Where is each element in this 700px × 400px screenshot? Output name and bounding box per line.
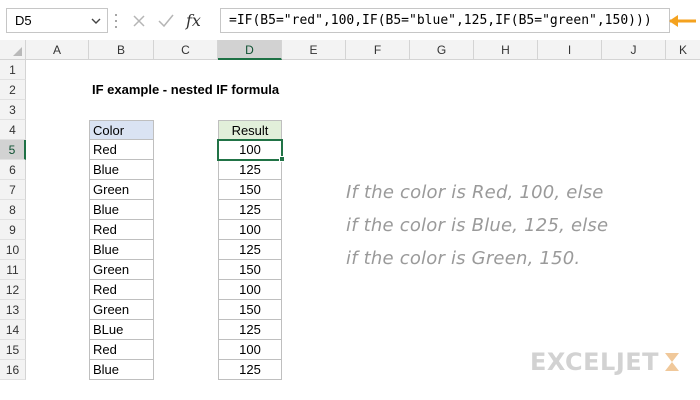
column-header-a[interactable]: A — [26, 40, 89, 60]
color-cell[interactable]: Blue — [89, 360, 154, 380]
row-header-4[interactable]: 4 — [0, 120, 26, 140]
color-cell[interactable]: BLue — [89, 320, 154, 340]
column-header-j[interactable]: J — [602, 40, 666, 60]
row-header-3[interactable]: 3 — [0, 100, 26, 120]
result-cell[interactable]: 100 — [218, 280, 282, 300]
select-all-button[interactable] — [0, 40, 26, 60]
exceljet-logo: EXCELJET — [530, 348, 681, 376]
column-header-c[interactable]: C — [154, 40, 218, 60]
row-header-5[interactable]: 5 — [0, 140, 26, 160]
row-header-1[interactable]: 1 — [0, 60, 26, 80]
row-header-13[interactable]: 13 — [0, 300, 26, 320]
row-header-7[interactable]: 7 — [0, 180, 26, 200]
result-cell[interactable]: 125 — [218, 360, 282, 380]
chevron-down-icon[interactable] — [89, 9, 103, 32]
column-header-d[interactable]: D — [218, 40, 282, 60]
logo-mark-icon — [665, 353, 680, 371]
row-header-8[interactable]: 8 — [0, 200, 26, 220]
drag-handle-icon[interactable] — [114, 14, 118, 28]
result-cell[interactable]: 125 — [218, 200, 282, 220]
column-header-e[interactable]: E — [282, 40, 346, 60]
row-header-12[interactable]: 12 — [0, 280, 26, 300]
column-header-k[interactable]: K — [666, 40, 700, 60]
color-cell[interactable]: Blue — [89, 200, 154, 220]
row-header-6[interactable]: 6 — [0, 160, 26, 180]
note-line-1: If the color is Red, 100, else — [346, 182, 604, 203]
row-header-9[interactable]: 9 — [0, 220, 26, 240]
result-cell[interactable]: 100 — [218, 340, 282, 360]
color-cell[interactable]: Red — [89, 340, 154, 360]
cancel-icon[interactable] — [132, 8, 146, 33]
name-box-value: D5 — [15, 13, 32, 28]
note-line-3: if the color is Green, 150. — [346, 248, 581, 269]
result-cell[interactable]: 150 — [218, 260, 282, 280]
result-cell[interactable]: 125 — [218, 320, 282, 340]
formula-input[interactable]: =IF(B5="red",100,IF(B5="blue",125,IF(B5=… — [220, 8, 670, 33]
color-cell[interactable]: Red — [89, 140, 154, 160]
row-header-15[interactable]: 15 — [0, 340, 26, 360]
row-header-11[interactable]: 11 — [0, 260, 26, 280]
column-header-i[interactable]: I — [538, 40, 602, 60]
color-cell[interactable]: Blue — [89, 240, 154, 260]
column-header-h[interactable]: H — [474, 40, 538, 60]
color-cell[interactable]: Red — [89, 280, 154, 300]
color-cell[interactable]: Green — [89, 260, 154, 280]
row-header-10[interactable]: 10 — [0, 240, 26, 260]
name-box[interactable]: D5 — [6, 8, 108, 33]
formula-tools: fx — [126, 8, 218, 33]
color-cell[interactable]: Green — [89, 300, 154, 320]
color-cell[interactable]: Green — [89, 180, 154, 200]
row-header-14[interactable]: 14 — [0, 320, 26, 340]
color-header-cell[interactable]: Color — [89, 120, 154, 140]
check-icon[interactable] — [158, 8, 174, 33]
row-header-2[interactable]: 2 — [0, 80, 26, 100]
note-line-2: if the color is Blue, 125, else — [346, 215, 609, 236]
column-header-b[interactable]: B — [89, 40, 154, 60]
color-cell[interactable]: Red — [89, 220, 154, 240]
result-cell[interactable]: 100 — [218, 220, 282, 240]
formula-bar: D5 fx =IF(B5="red",100,IF(B5="blue",125,… — [0, 0, 700, 40]
color-cell[interactable]: Blue — [89, 160, 154, 180]
fill-handle[interactable] — [279, 156, 285, 162]
result-cell[interactable]: 150 — [218, 180, 282, 200]
result-cell[interactable]: 125 — [218, 240, 282, 260]
column-header-f[interactable]: F — [346, 40, 410, 60]
result-cell[interactable]: 125 — [218, 160, 282, 180]
result-header-cell[interactable]: Result — [218, 120, 282, 140]
column-header-g[interactable]: G — [410, 40, 474, 60]
result-cell[interactable]: 150 — [218, 300, 282, 320]
row-header-16[interactable]: 16 — [0, 360, 26, 380]
result-cell-selected[interactable]: 100 — [217, 139, 283, 161]
logo-text: EXCELJET — [530, 348, 660, 376]
insert-function-button[interactable]: fx — [186, 8, 201, 33]
sheet-title[interactable]: IF example - nested IF formula — [92, 80, 279, 100]
arrow-left-icon — [669, 15, 696, 27]
